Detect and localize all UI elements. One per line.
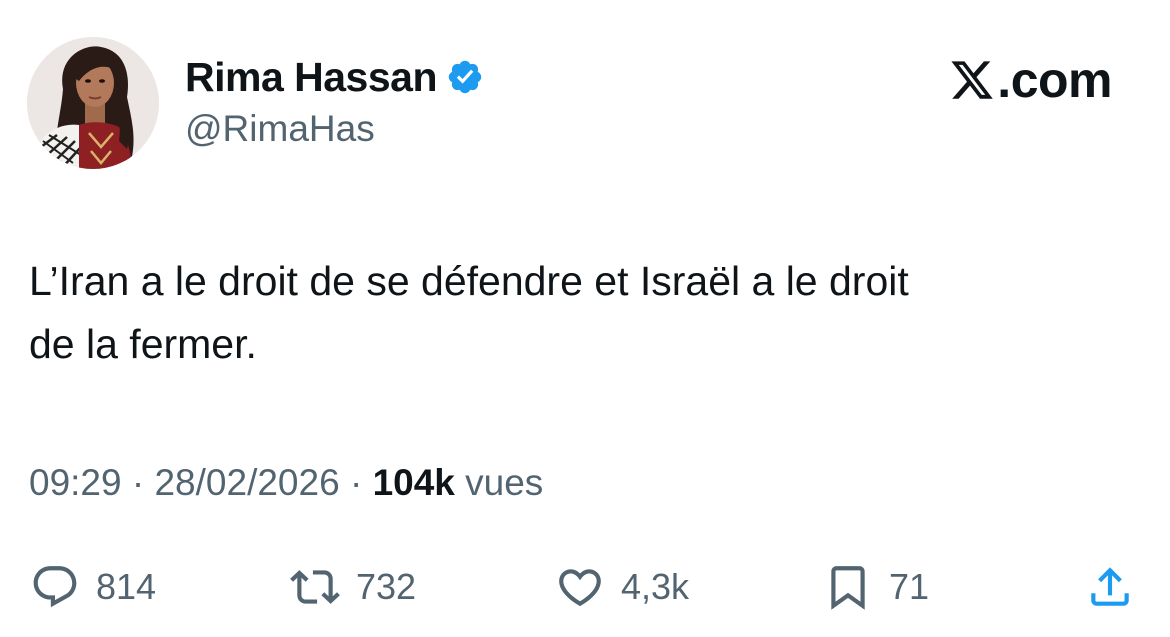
tweet-date[interactable]: 28/02/2026 [154,462,339,503]
tweet-time[interactable]: 09:29 [29,462,122,503]
like-count: 4,3k [621,566,690,607]
share-button[interactable] [1085,562,1135,612]
views-label: vues [465,462,544,503]
meta-separator: · [131,462,145,503]
author-name-row[interactable]: Rima Hassan [185,52,484,102]
x-logo-icon [949,57,995,103]
reply-count: 814 [96,566,157,607]
reply-icon [30,562,80,612]
repost-count: 732 [356,566,417,607]
repost-icon [290,562,340,612]
like-button[interactable]: 4,3k [555,562,689,612]
bookmark-button[interactable]: 71 [823,562,929,612]
heart-icon [555,562,605,612]
repost-button[interactable]: 732 [290,562,416,612]
author-display-name[interactable]: Rima Hassan [185,54,438,101]
share-icon [1085,562,1135,612]
bookmark-icon [823,562,873,612]
views-count: 104k [372,462,455,503]
avatar[interactable] [27,37,159,169]
reply-button[interactable]: 814 [30,562,156,612]
meta-separator: · [349,462,363,503]
verified-badge-icon [446,58,484,96]
tweet-meta: 09:29 · 28/02/2026 · 104k vues [29,462,543,504]
author-handle[interactable]: @RimaHas [185,108,375,150]
x-logo-suffix: .com [997,52,1112,108]
bookmark-count: 71 [889,566,930,607]
tweet-text: L’Iran a le droit de se défendre et Isra… [29,258,909,367]
x-logo: .com [949,50,1112,110]
